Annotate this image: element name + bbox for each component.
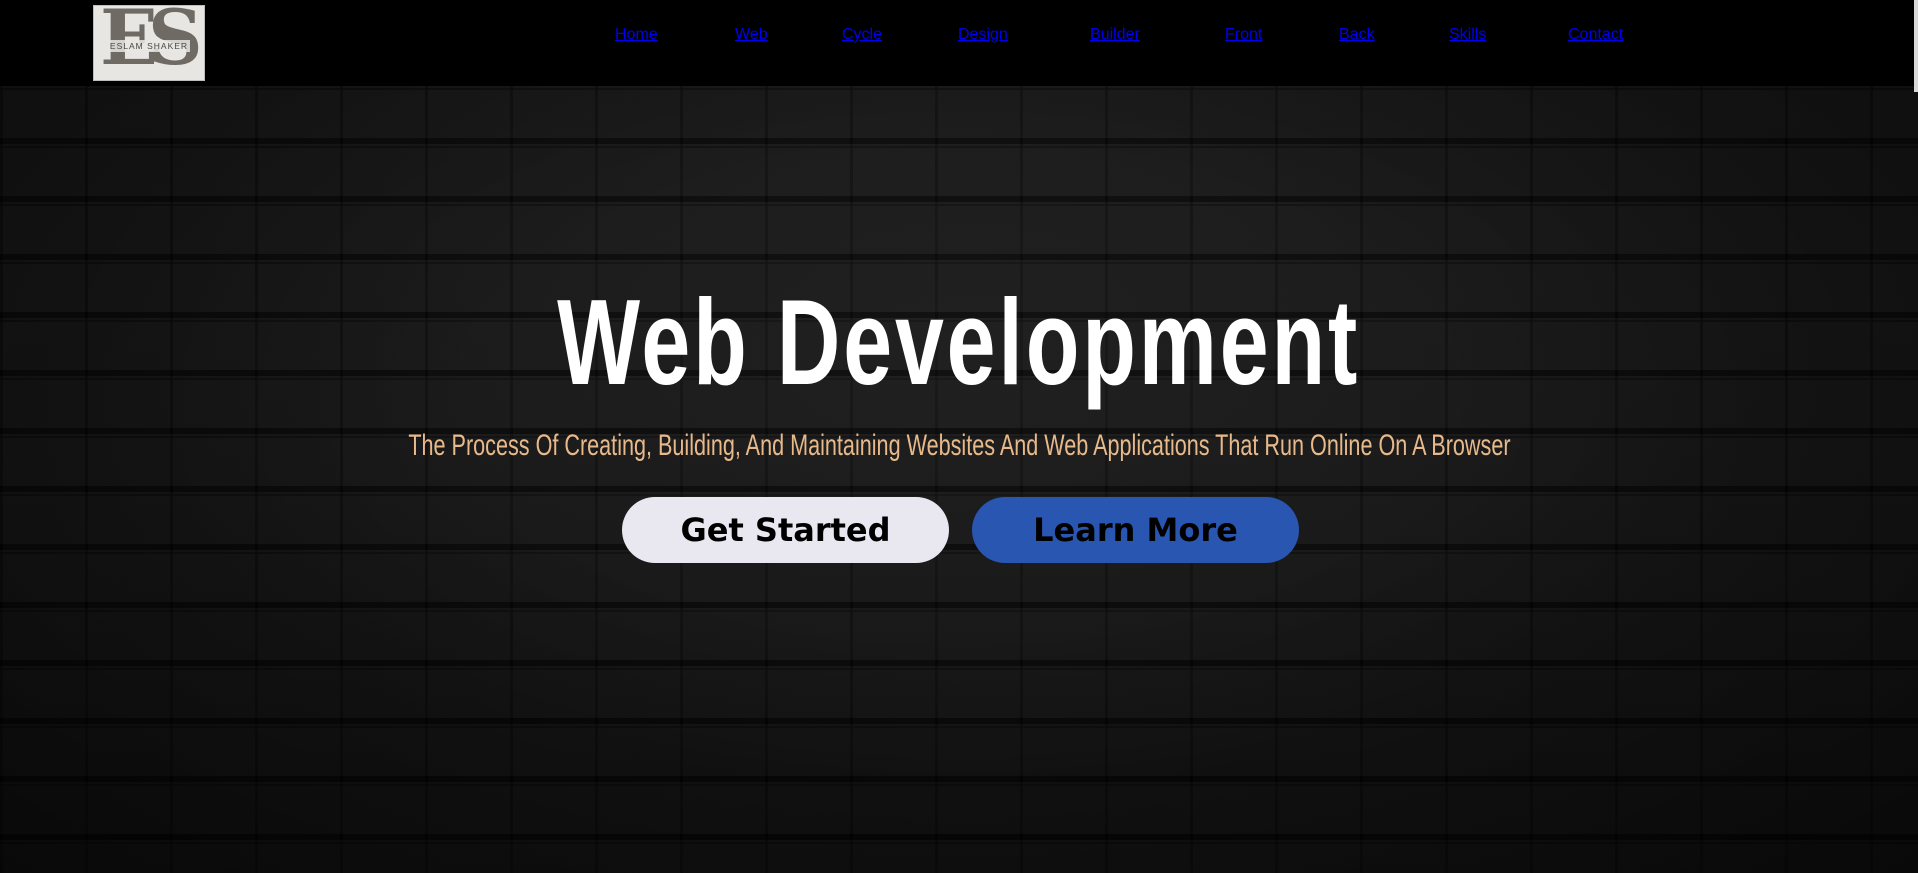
nav-item-web[interactable]: Web [735, 26, 768, 60]
hero-title-text: Web Development [557, 274, 1361, 410]
scrollbar-thumb[interactable] [1914, 0, 1918, 92]
learn-more-button[interactable]: Learn More [972, 497, 1299, 563]
nav-item-cycle[interactable]: Cycle [842, 26, 882, 60]
nav-link-front[interactable]: Front [1225, 26, 1262, 43]
nav-item-design[interactable]: Design [958, 26, 1008, 60]
nav-link-web[interactable]: Web [735, 26, 768, 43]
hero-title: Web Development [0, 281, 1918, 403]
nav-link-contact[interactable]: Contact [1568, 26, 1623, 43]
hero-subtitle: The Process Of Creating, Building, And M… [0, 431, 1918, 461]
nav-link-design[interactable]: Design [958, 26, 1008, 43]
nav-link-back[interactable]: Back [1339, 26, 1375, 43]
nav-item-contact[interactable]: Contact [1568, 26, 1623, 60]
page: ES ESLAM SHAKER Home Web Cycle Design Bu… [0, 0, 1918, 873]
nav-item-builder[interactable]: Builder [1090, 26, 1140, 60]
hero-subtitle-text: The Process Of Creating, Building, And M… [407, 429, 1511, 462]
nav-item-back[interactable]: Back [1339, 26, 1375, 60]
hero-section: Web Development The Process Of Creating,… [0, 86, 1918, 873]
get-started-button[interactable]: Get Started [622, 497, 949, 563]
nav-link-home[interactable]: Home [615, 26, 658, 43]
nav-link-skills[interactable]: Skills [1449, 26, 1486, 43]
nav-link-builder[interactable]: Builder [1090, 26, 1140, 43]
nav-item-skills[interactable]: Skills [1449, 26, 1486, 60]
nav-link-cycle[interactable]: Cycle [842, 26, 882, 43]
logo-name: ESLAM SHAKER [108, 40, 190, 52]
site-header: ES ESLAM SHAKER Home Web Cycle Design Bu… [0, 0, 1918, 86]
logo[interactable]: ES ESLAM SHAKER [93, 5, 205, 81]
nav-item-home[interactable]: Home [615, 26, 658, 60]
nav-item-front[interactable]: Front [1225, 26, 1262, 60]
